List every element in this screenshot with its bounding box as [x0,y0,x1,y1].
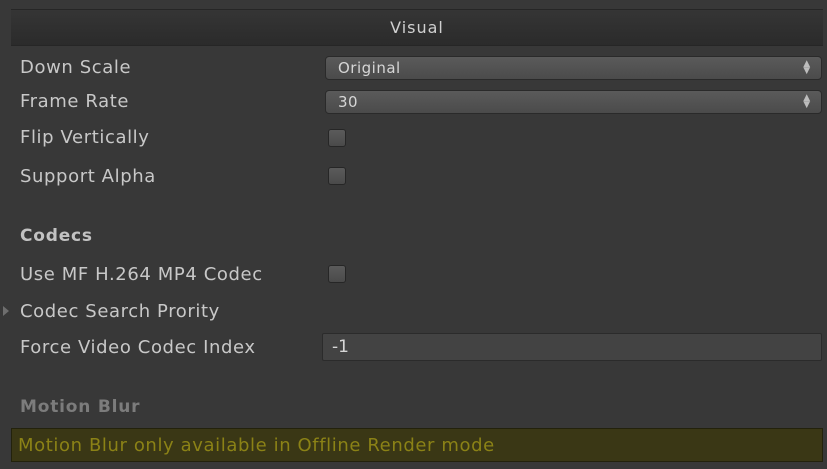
frame-rate-value: 30 [338,93,359,111]
frame-rate-row: Frame Rate [20,86,129,116]
flip-vertically-checkbox[interactable] [328,129,346,147]
motion-blur-warning-text: Motion Blur only available in Offline Re… [18,434,495,456]
down-scale-dropdown[interactable]: Original ▲ ▼ [325,56,822,80]
inspector-panel: Visual Down Scale Original ▲ ▼ Frame Rate… [0,0,827,469]
down-scale-value: Original [338,59,401,77]
force-codec-index-value: -1 [332,337,349,357]
use-mf-codec-label: Use MF H.264 MP4 Codec [20,263,263,285]
visual-section-header[interactable]: Visual [11,9,823,46]
foldout-triangle-icon[interactable] [3,306,9,316]
down-scale-row: Down Scale [20,52,131,82]
flip-vertically-row: Flip Vertically [20,122,150,152]
codec-search-priority-label: Codec Search Prority [20,300,220,322]
use-mf-codec-checkbox[interactable] [328,265,346,283]
force-codec-index-row: Force Video Codec Index [20,332,256,362]
frame-rate-label: Frame Rate [20,90,130,112]
use-mf-codec-row: Use MF H.264 MP4 Codec [20,259,263,289]
support-alpha-label: Support Alpha [20,165,156,187]
codec-search-priority-row[interactable]: Codec Search Prority [20,296,220,326]
support-alpha-checkbox[interactable] [328,167,346,185]
force-codec-index-label: Force Video Codec Index [20,336,256,358]
codecs-section-title: Codecs [20,226,93,246]
up-down-arrows-icon: ▲ ▼ [803,93,811,110]
flip-vertically-label: Flip Vertically [20,126,150,148]
up-down-arrows-icon: ▲ ▼ [803,59,811,76]
motion-blur-section-title: Motion Blur [20,397,141,417]
support-alpha-row: Support Alpha [20,161,156,191]
visual-section-title: Visual [390,18,444,37]
down-scale-label: Down Scale [20,56,132,78]
motion-blur-warning: Motion Blur only available in Offline Re… [11,428,823,462]
force-codec-index-field[interactable]: -1 [322,333,822,361]
frame-rate-dropdown[interactable]: 30 ▲ ▼ [325,90,822,114]
